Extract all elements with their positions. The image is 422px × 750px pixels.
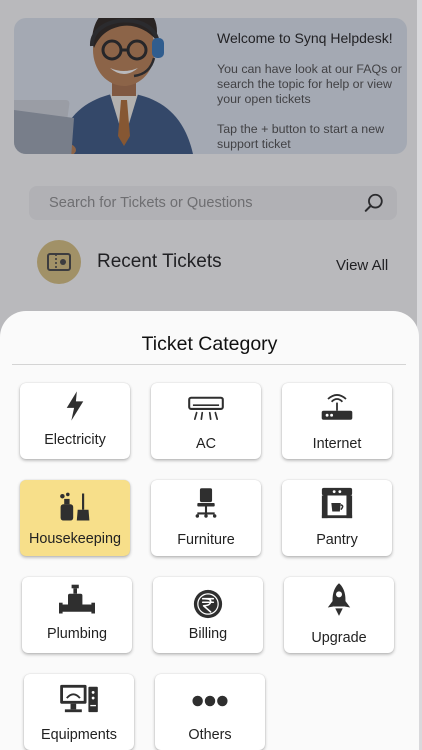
category-label: Housekeeping — [28, 531, 121, 547]
category-label: Upgrade — [311, 630, 367, 646]
category-pantry[interactable]: Pantry — [282, 480, 392, 556]
cleaning-icon — [60, 492, 90, 521]
air-conditioner-icon — [188, 396, 224, 421]
category-label: Electricity — [44, 432, 106, 448]
category-housekeeping[interactable]: Housekeeping — [20, 480, 130, 556]
office-chair-icon — [195, 488, 217, 518]
rupee-coin-icon — [193, 589, 223, 619]
pipe-icon — [59, 584, 95, 614]
category-label: Pantry — [316, 532, 358, 548]
category-furniture[interactable]: Furniture — [151, 480, 261, 556]
category-plumbing[interactable]: Plumbing — [22, 577, 132, 653]
category-label: Plumbing — [47, 626, 107, 642]
coffee-machine-icon — [321, 487, 353, 519]
category-label: Internet — [312, 436, 362, 452]
category-internet[interactable]: Internet — [282, 383, 392, 459]
rocket-icon — [327, 583, 351, 616]
category-equipments[interactable]: Equipments — [24, 674, 134, 750]
category-label: Equipments — [41, 727, 117, 743]
category-label: Others — [188, 727, 232, 743]
category-billing[interactable]: Billing — [153, 577, 263, 653]
category-ac[interactable]: AC — [151, 383, 261, 459]
category-electricity[interactable]: Electricity — [20, 383, 130, 459]
computer-icon — [60, 684, 98, 713]
category-label: AC — [196, 436, 216, 452]
lightning-icon — [66, 391, 84, 421]
ticket-category-sheet: Ticket Category Electricity AC Internet … — [0, 311, 419, 750]
sheet-title: Ticket Category — [141, 333, 278, 355]
category-label: Furniture — [177, 532, 235, 548]
sheet-divider — [12, 364, 406, 365]
category-upgrade[interactable]: Upgrade — [284, 577, 394, 653]
category-others[interactable]: Others — [155, 674, 265, 750]
router-icon — [321, 394, 353, 420]
more-dots-icon — [192, 695, 228, 707]
category-label: Billing — [188, 626, 228, 642]
